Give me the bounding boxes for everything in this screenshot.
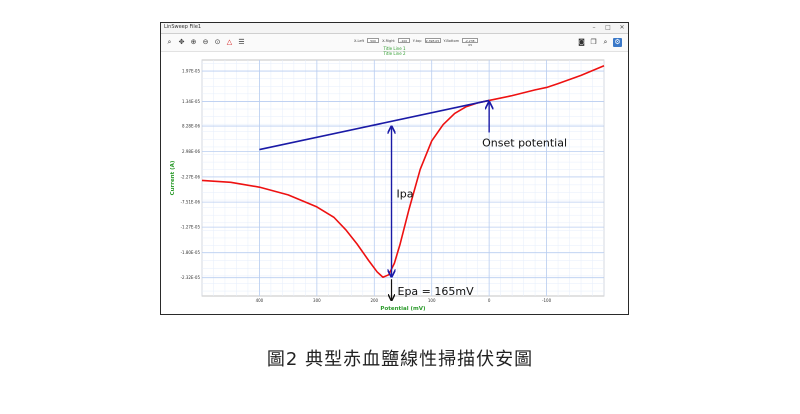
figure-caption: 圖2 典型赤血鹽線性掃描伏安圖 — [266, 349, 534, 370]
onset-label: Onset potential — [482, 136, 567, 149]
ipa-label: Ipa — [397, 188, 414, 201]
voltammogram-chart[interactable]: 400 300 200 100 0 -100 1.97E-05 1.34E-05 8.28E-0… — [161, 23, 627, 313]
y-tick-label: 8.28E-06 — [182, 124, 200, 129]
y-tick-label: 2.98E-06 — [182, 149, 200, 154]
x-axis-label: Potential (mV) — [380, 306, 426, 312]
y-axis-label: Current (A) — [170, 160, 176, 195]
epa-label: Epa = 165mV — [398, 285, 475, 298]
y-tick-label: -2.27E-06 — [181, 174, 201, 179]
y-tick-label: -1.27E-05 — [181, 225, 201, 230]
x-tick-label: -100 — [542, 298, 552, 303]
x-tick-label: 400 — [256, 298, 264, 303]
y-tick-label: 1.97E-05 — [182, 69, 200, 74]
y-tick-label: -7.51E-06 — [181, 200, 201, 205]
app-window: LinSweep File1 – □ ✕ ⌕ ✥ ⊕ ⊖ ⊙ △ ☰ X-Lef… — [160, 22, 629, 315]
y-tick-label: 1.34E-05 — [182, 99, 200, 104]
x-tick-label: 300 — [313, 298, 321, 303]
y-tick-label: -2.32E-05 — [181, 275, 201, 280]
x-tick-label: 100 — [428, 298, 436, 303]
y-tick-label: -1.80E-05 — [181, 250, 201, 255]
x-tick-label: 0 — [488, 298, 491, 303]
x-tick-label: 200 — [370, 298, 378, 303]
